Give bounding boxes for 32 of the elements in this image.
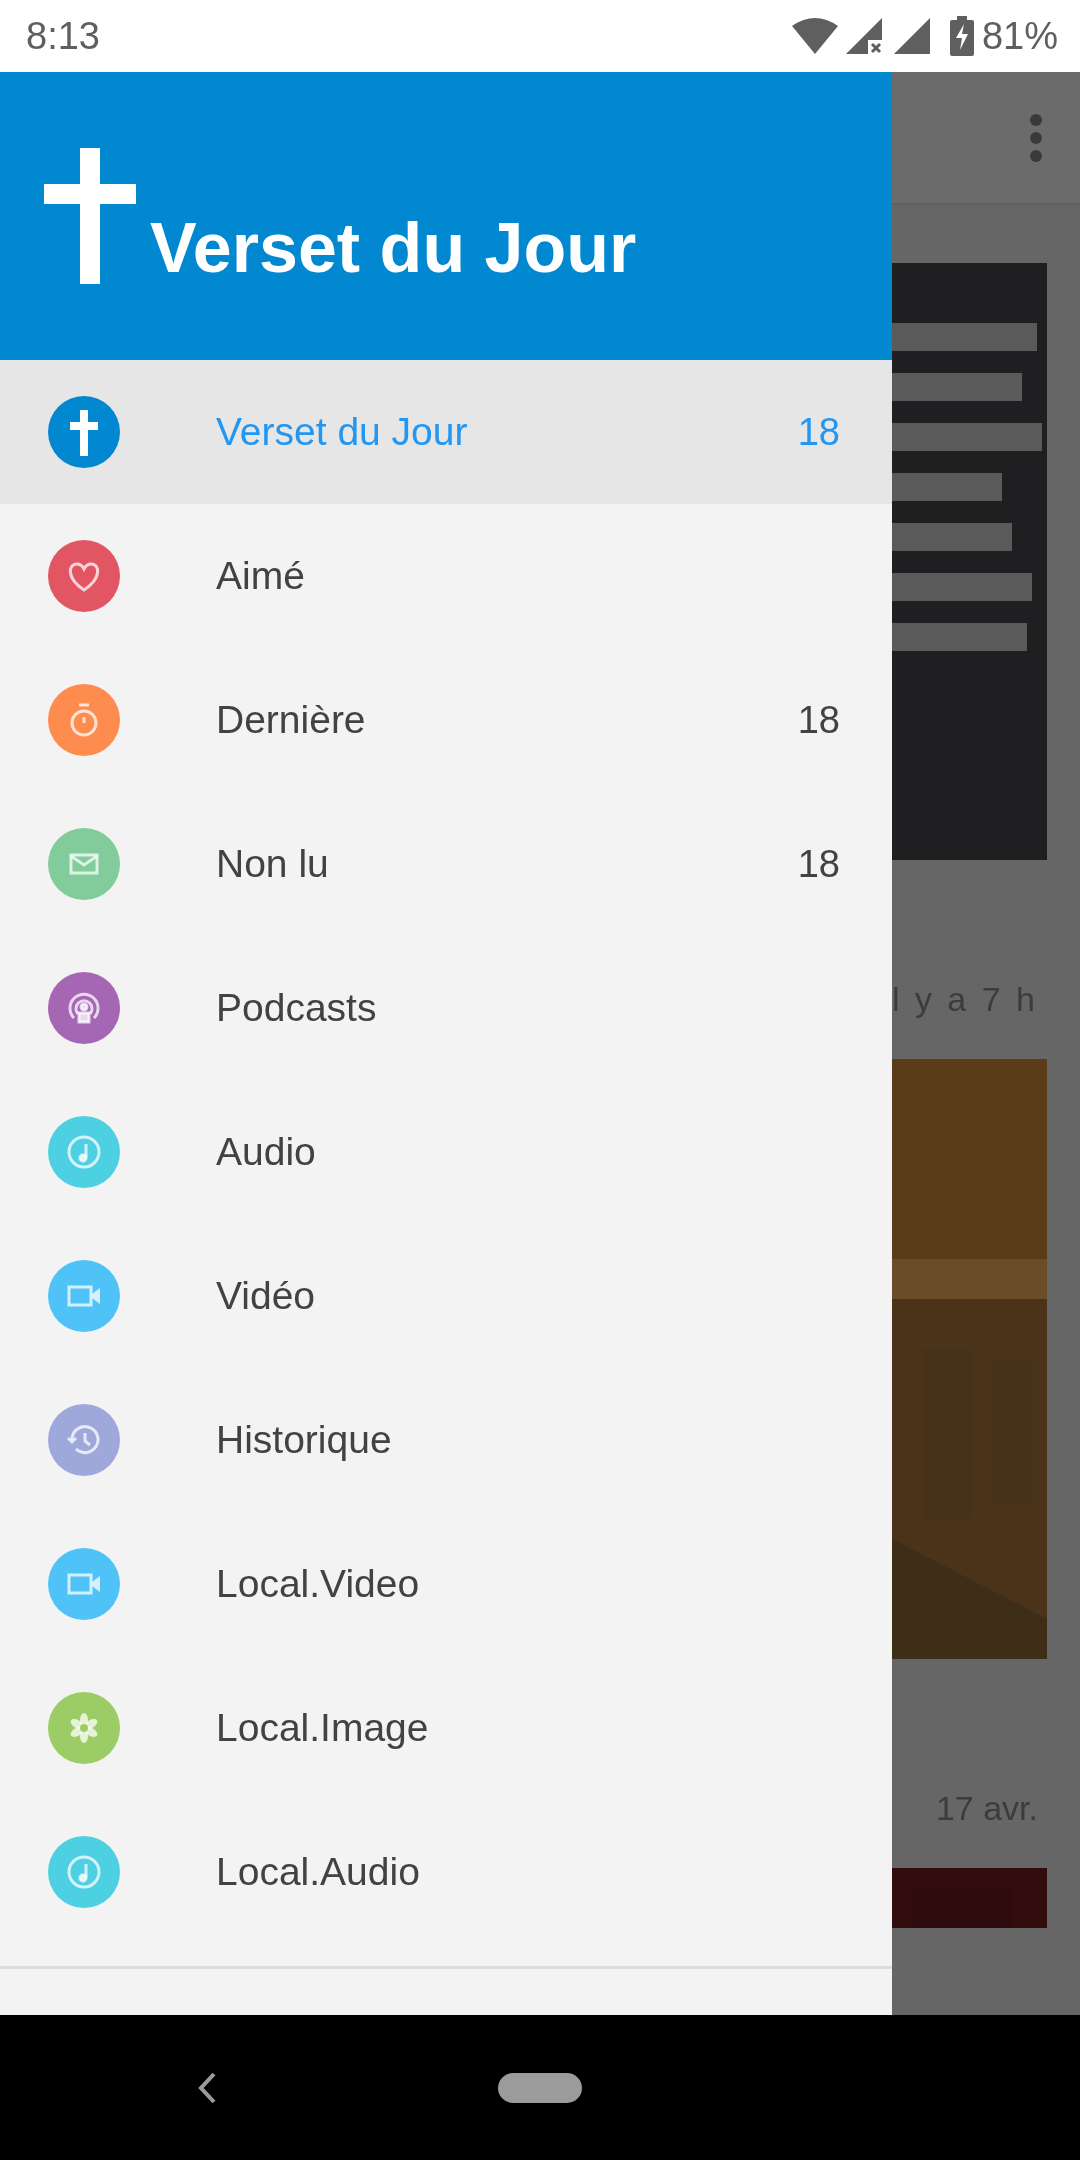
envelope-icon (48, 828, 120, 900)
back-icon[interactable] (197, 2071, 217, 2104)
video-camera-icon (48, 1260, 120, 1332)
flower-icon (48, 1692, 120, 1764)
podcast-icon (48, 972, 120, 1044)
item-count: 18 (797, 410, 840, 454)
drawer-item[interactable]: Audio (0, 1080, 892, 1224)
video-camera-icon (48, 1548, 120, 1620)
drawer-item[interactable]: Dernière 18 (0, 648, 892, 792)
home-button[interactable] (498, 2072, 582, 2103)
item-count: 18 (797, 842, 840, 886)
stopwatch-icon (48, 684, 120, 756)
signal-icon (893, 18, 932, 54)
music-note-icon (48, 1116, 120, 1188)
wifi-icon (791, 18, 838, 54)
drawer-item[interactable]: Local.Audio (0, 1800, 892, 1944)
status-time: 8:13 (26, 14, 101, 58)
drawer-item[interactable]: Local.Video (0, 1512, 892, 1656)
drawer-item[interactable]: Historique (0, 1368, 892, 1512)
battery-percentage: 81% (981, 14, 1058, 58)
drawer-item[interactable]: Local.Image (0, 1656, 892, 1800)
battery-charging-icon (949, 16, 974, 56)
drawer-title: Verset du Jour (150, 208, 637, 288)
drawer-item[interactable]: Aimé (0, 504, 892, 648)
cross-icon (48, 396, 120, 468)
cross-icon (44, 148, 136, 284)
drawer-item[interactable]: Non lu 18 (0, 792, 892, 936)
music-note-icon (48, 1836, 120, 1908)
drawer-item[interactable]: Vidéo (0, 1224, 892, 1368)
history-icon (48, 1404, 120, 1476)
item-count: 18 (797, 698, 840, 742)
drawer-item[interactable]: Podcasts (0, 936, 892, 1080)
